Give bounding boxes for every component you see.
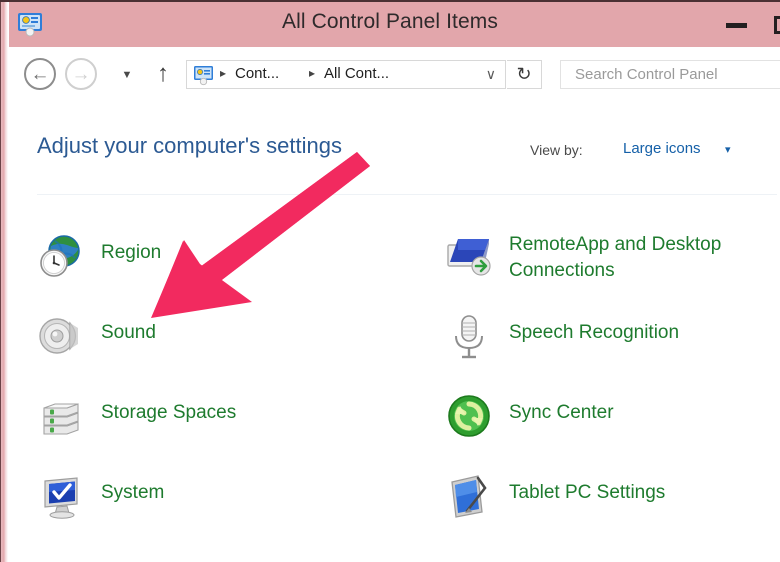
list-item-label: Sound xyxy=(101,312,156,346)
list-item-remoteapp-and-desktop-connections[interactable]: RemoteApp and Desktop Connections xyxy=(445,232,721,284)
storage-spaces-drives-icon xyxy=(37,392,85,440)
partial-top-row xyxy=(9,180,780,198)
back-button[interactable]: ← xyxy=(24,58,56,90)
speech-recognition-microphone-icon xyxy=(445,312,493,360)
maximize-button[interactable] xyxy=(766,2,780,47)
minimize-button[interactable] xyxy=(714,2,760,47)
list-item-speech-recognition[interactable]: Speech Recognition xyxy=(445,312,679,360)
breadcrumb-item-control-panel[interactable]: Cont... xyxy=(235,65,279,82)
refresh-button[interactable]: ↻ xyxy=(507,60,542,89)
list-item-label: Storage Spaces xyxy=(101,392,236,426)
maximize-icon xyxy=(774,16,780,34)
search-placeholder: Search Control Panel xyxy=(575,66,718,83)
back-arrow-icon: ← xyxy=(26,60,54,88)
sync-center-icon xyxy=(445,392,493,440)
up-one-level-button[interactable]: ↑ xyxy=(151,61,175,87)
title-bar: All Control Panel Items xyxy=(0,2,780,47)
list-item-label: System xyxy=(101,472,164,506)
window-top-edge xyxy=(0,0,780,2)
window-title: All Control Panel Items xyxy=(0,10,780,34)
list-item-label: Region xyxy=(101,232,161,266)
breadcrumb-separator: ▸ xyxy=(220,66,226,80)
minimize-icon xyxy=(726,23,747,28)
window-left-border xyxy=(0,0,9,562)
recent-locations-button[interactable]: ▼ xyxy=(117,66,137,84)
control-panel-window: All Control Panel Items ← → ▼ ↑ xyxy=(0,0,780,562)
view-by-label: View by: xyxy=(530,142,583,158)
list-item-tablet-pc-settings[interactable]: Tablet PC Settings xyxy=(445,472,665,520)
address-bar[interactable]: ▸ Cont... ▸ All Cont... ∨ xyxy=(186,60,506,89)
list-item-system[interactable]: System xyxy=(37,472,164,520)
view-by-dropdown[interactable]: Large icons xyxy=(623,140,701,157)
tablet-pc-settings-icon xyxy=(445,472,493,520)
breadcrumb-separator: ▸ xyxy=(309,66,315,80)
list-item-storage-spaces[interactable]: Storage Spaces xyxy=(37,392,236,440)
list-item-region[interactable]: Region xyxy=(37,232,161,280)
list-item-label: Sync Center xyxy=(509,392,614,426)
list-item-sync-center[interactable]: Sync Center xyxy=(445,392,614,440)
list-item-label: Speech Recognition xyxy=(509,312,679,346)
search-input[interactable]: Search Control Panel xyxy=(560,60,780,89)
list-item[interactable] xyxy=(37,180,85,182)
list-item-sound[interactable]: Sound xyxy=(37,312,156,360)
control-panel-icon xyxy=(193,65,214,86)
chevron-down-icon[interactable]: ▾ xyxy=(725,143,731,156)
chevron-down-icon[interactable]: ∨ xyxy=(486,66,496,83)
forward-button[interactable]: → xyxy=(65,58,97,90)
remoteapp-desktop-connections-icon xyxy=(445,232,493,280)
navigation-bar: ← → ▼ ↑ ▸ Cont... ▸ All Cont... ∨ xyxy=(9,47,780,102)
forward-arrow-icon: → xyxy=(67,60,95,88)
list-item-label: RemoteApp and Desktop Connections xyxy=(509,232,721,284)
recovery-icon xyxy=(37,180,85,182)
system-monitor-icon xyxy=(37,472,85,520)
list-item[interactable] xyxy=(445,180,493,182)
sound-speaker-icon xyxy=(37,312,85,360)
content-area: Adjust your computer's settings View by:… xyxy=(9,102,780,560)
list-item-label: Tablet PC Settings xyxy=(509,472,665,506)
page-title: Adjust your computer's settings xyxy=(37,133,342,159)
breadcrumb-item-all-control-panel-items[interactable]: All Cont... xyxy=(324,65,389,82)
remote-desktop-icon xyxy=(445,180,493,182)
region-globe-clock-icon xyxy=(37,232,85,280)
